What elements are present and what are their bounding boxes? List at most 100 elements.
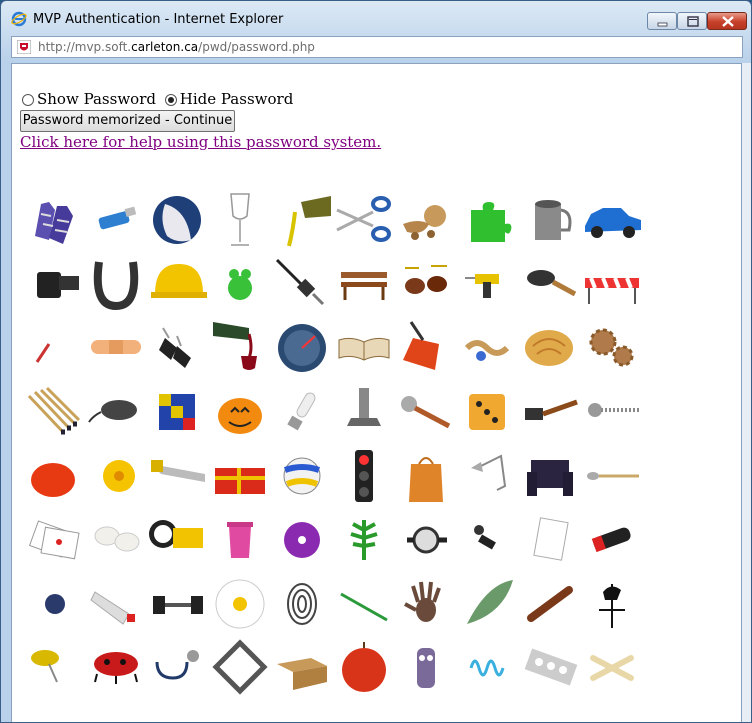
image-tile[interactable] (333, 446, 395, 506)
image-tile[interactable] (333, 638, 395, 698)
image-tile[interactable] (457, 382, 519, 442)
image-tile[interactable] (271, 318, 333, 378)
maximize-button[interactable] (677, 12, 707, 30)
image-tile[interactable] (147, 382, 209, 442)
image-tile[interactable] (147, 446, 209, 506)
image-tile[interactable] (209, 510, 271, 570)
weather-vane-icon (599, 584, 625, 628)
image-tile[interactable] (395, 510, 457, 570)
image-tile[interactable] (333, 190, 395, 250)
image-tile[interactable] (23, 190, 85, 250)
bolt-nut-icon (347, 388, 381, 426)
image-tile[interactable] (147, 190, 209, 250)
image-tile[interactable] (23, 574, 85, 634)
flashlight-icon (149, 520, 203, 548)
image-tile[interactable] (209, 382, 271, 442)
image-tile[interactable] (271, 382, 333, 442)
image-tile[interactable] (395, 318, 457, 378)
image-tile[interactable] (457, 574, 519, 634)
help-link[interactable]: Click here for help using this password … (20, 133, 381, 151)
image-tile[interactable] (519, 318, 581, 378)
image-tile[interactable] (147, 638, 209, 698)
close-button[interactable] (707, 12, 747, 30)
image-tile[interactable] (209, 638, 271, 698)
image-tile[interactable] (147, 254, 209, 314)
page-content: Show Password Hide Password Password mem… (11, 63, 742, 722)
image-tile[interactable] (581, 382, 643, 442)
image-tile[interactable] (395, 190, 457, 250)
image-tile[interactable] (147, 318, 209, 378)
image-tile[interactable] (581, 254, 643, 314)
image-tile[interactable] (581, 510, 643, 570)
image-tile[interactable] (333, 318, 395, 378)
image-tile[interactable] (519, 638, 581, 698)
image-tile[interactable] (395, 638, 457, 698)
image-tile[interactable] (457, 510, 519, 570)
image-tile[interactable] (395, 574, 457, 634)
image-tile[interactable] (457, 446, 519, 506)
image-tile[interactable] (457, 190, 519, 250)
show-password-radio[interactable] (22, 94, 34, 106)
image-tile[interactable] (85, 574, 147, 634)
image-tile[interactable] (209, 318, 271, 378)
notepad-icon (533, 517, 569, 561)
image-tile[interactable] (457, 318, 519, 378)
image-tile[interactable] (23, 382, 85, 442)
image-tile[interactable] (23, 254, 85, 314)
image-tile[interactable] (519, 190, 581, 250)
image-tile[interactable] (519, 574, 581, 634)
minimize-button[interactable] (647, 12, 677, 30)
image-tile[interactable] (23, 638, 85, 698)
image-tile[interactable] (23, 318, 85, 378)
image-tile[interactable] (333, 382, 395, 442)
image-tile[interactable] (581, 318, 643, 378)
handprint-icon (404, 581, 441, 622)
image-tile[interactable] (85, 254, 147, 314)
image-tile[interactable] (209, 190, 271, 250)
image-tile[interactable] (581, 446, 643, 506)
password-memorized-continue-button[interactable]: Password memorized - Continue (20, 110, 235, 132)
image-tile[interactable] (519, 510, 581, 570)
image-tile[interactable] (457, 254, 519, 314)
image-tile[interactable] (23, 446, 85, 506)
image-tile[interactable] (519, 254, 581, 314)
image-tile[interactable] (271, 190, 333, 250)
image-tile[interactable] (333, 574, 395, 634)
image-tile[interactable] (85, 318, 147, 378)
hair-brush-icon (527, 270, 577, 297)
image-tile[interactable] (85, 638, 147, 698)
image-tile[interactable] (395, 382, 457, 442)
image-tile[interactable] (271, 510, 333, 570)
image-tile[interactable] (519, 446, 581, 506)
image-tile[interactable] (209, 254, 271, 314)
fingerprint-icon (287, 583, 317, 625)
hide-password-radio[interactable] (164, 94, 177, 106)
image-tile[interactable] (23, 510, 85, 570)
matches-icon (27, 386, 81, 435)
image-tile[interactable] (457, 638, 519, 698)
image-tile[interactable] (271, 574, 333, 634)
image-tile[interactable] (85, 446, 147, 506)
image-tile[interactable] (519, 382, 581, 442)
image-tile[interactable] (271, 254, 333, 314)
image-tile[interactable] (333, 510, 395, 570)
image-tile[interactable] (85, 190, 147, 250)
image-tile[interactable] (333, 254, 395, 314)
image-tile[interactable] (271, 446, 333, 506)
leaf-icon (350, 520, 378, 560)
image-tile[interactable] (271, 638, 333, 698)
trash-bin-icon (227, 522, 253, 558)
image-tile[interactable] (581, 638, 643, 698)
hand-saw-icon (151, 460, 205, 482)
image-tile[interactable] (147, 574, 209, 634)
image-tile[interactable] (209, 446, 271, 506)
image-tile[interactable] (581, 190, 643, 250)
image-tile[interactable] (395, 254, 457, 314)
image-tile[interactable] (395, 446, 457, 506)
address-bar[interactable]: http://mvp.soft.carleton.ca/pwd/password… (11, 36, 743, 58)
image-tile[interactable] (581, 574, 643, 634)
image-tile[interactable] (209, 574, 271, 634)
image-tile[interactable] (85, 382, 147, 442)
image-tile[interactable] (85, 510, 147, 570)
image-tile[interactable] (147, 510, 209, 570)
